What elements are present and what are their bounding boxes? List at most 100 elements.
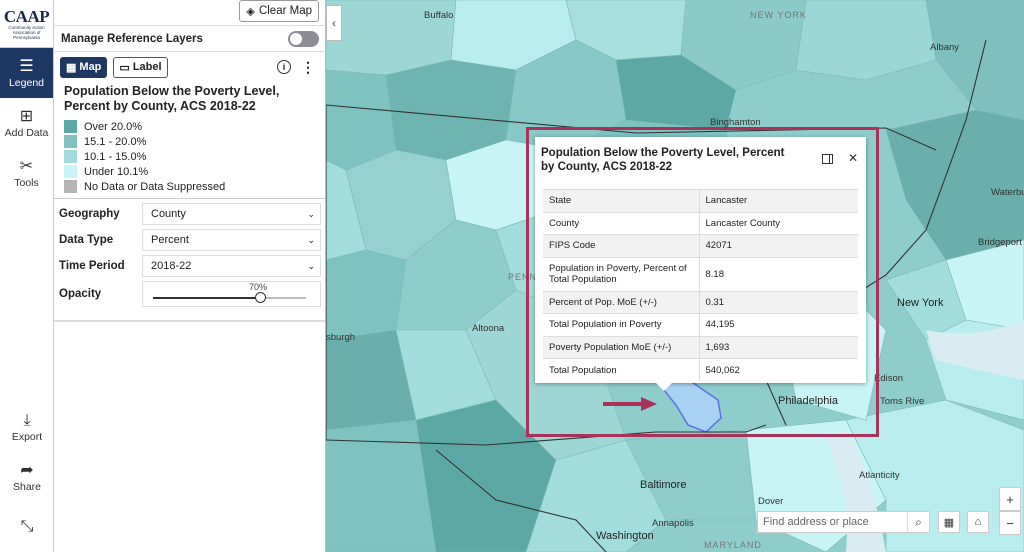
dock-icon[interactable] <box>822 154 833 164</box>
table-row: Total Population in Poverty 44,195 <box>543 313 858 336</box>
add-data-button[interactable]: ⊞ Add Data <box>0 98 53 148</box>
qr-code-icon[interactable]: ▦ <box>938 511 960 533</box>
legend-list: Over 20.0% 15.1 - 20.0% 10.1 - 15.0% Und… <box>54 114 325 198</box>
more-options-icon[interactable]: ⋮ <box>297 59 319 76</box>
logo-subtitle: Community Action Association of Pennsylv… <box>8 24 45 40</box>
geography-select[interactable]: County ⌄ <box>142 203 321 225</box>
clear-map-label: Clear Map <box>258 5 312 17</box>
zoom-out-button[interactable]: − <box>999 511 1021 535</box>
label-mode-button[interactable]: ▭ Label <box>113 56 168 78</box>
table-row: Percent of Pop. MoE (+/-) 0.31 <box>543 290 858 314</box>
add-data-icon: ⊞ <box>19 106 34 125</box>
opacity-fill <box>153 297 261 299</box>
zoom-in-button[interactable]: + <box>999 487 1021 511</box>
label-buffalo: Buffalo <box>424 10 454 21</box>
info-icon[interactable]: i <box>277 60 291 74</box>
field-value: 1,693 <box>699 335 858 359</box>
label-new-york-state: NEW YORK <box>750 10 807 20</box>
label-new-york: New York <box>897 297 944 309</box>
label-maryland: MARYLAND <box>704 540 762 550</box>
map-mode-label: Map <box>79 61 102 73</box>
label-atlantic-city: Atlanticity <box>859 470 900 481</box>
home-icon[interactable]: ⌂ <box>967 511 989 533</box>
table-row: County Lancaster County <box>543 211 858 235</box>
legend-item: Over 20.0% <box>64 119 315 134</box>
legend-panel: ◈ Clear Map Manage Reference Layers ▦ Ma… <box>54 0 326 552</box>
legend-button-label: Legend <box>8 77 45 89</box>
table-row: Population in Poverty, Percent of Total … <box>543 256 858 291</box>
caap-logo: CAAP Community Action Association of Pen… <box>0 0 53 48</box>
close-icon[interactable]: ✕ <box>848 151 858 165</box>
legend-button[interactable]: ☰ Legend <box>0 48 53 98</box>
clear-map-button[interactable]: ◈ Clear Map <box>239 0 319 22</box>
table-row: Total Population 540,062 <box>543 358 858 381</box>
legend-title: Population Below the Poverty Level, Perc… <box>64 84 280 113</box>
legend-swatch <box>64 135 77 148</box>
label-dover: Dover <box>758 496 784 507</box>
label-baltimore: Baltimore <box>640 479 687 491</box>
label-waterbury: Waterbu <box>991 187 1024 198</box>
label-washington: Washington <box>596 530 654 542</box>
legend-swatch <box>64 150 77 163</box>
field-name: FIPS Code <box>543 234 700 257</box>
map-mode-button[interactable]: ▦ Map <box>60 56 108 78</box>
table-row: FIPS Code 42071 <box>543 234 858 257</box>
export-button-label: Export <box>11 431 43 443</box>
field-value: Lancaster County <box>699 211 858 235</box>
search-input[interactable]: Find address or place ⌕ <box>757 511 930 533</box>
zoom-control: + − <box>999 487 1021 535</box>
share-icon: ➦ <box>20 460 34 479</box>
collapse-panel-button[interactable]: ‹ <box>326 5 342 41</box>
add-data-button-label: Add Data <box>4 127 49 139</box>
collapse-rail-button[interactable]: ⤡ <box>0 502 54 552</box>
legend-item: 15.1 - 20.0% <box>64 134 315 149</box>
table-row: Poverty Population MoE (+/-) 1,693 <box>543 335 858 359</box>
opacity-thumb[interactable] <box>255 292 267 303</box>
list-icon: ☰ <box>19 56 34 75</box>
popup-pointer <box>656 383 672 391</box>
field-value: 42071 <box>699 234 858 257</box>
share-button[interactable]: ➦ Share <box>0 452 54 502</box>
label-bridgeport: Bridgeport <box>978 237 1022 248</box>
map-icon: ▦ <box>66 61 77 74</box>
time-period-select[interactable]: 2018-22 ⌄ <box>142 255 321 277</box>
opacity-slider[interactable]: 70% <box>142 281 321 307</box>
tools-button-label: Tools <box>14 177 39 189</box>
geography-label: Geography <box>59 208 120 220</box>
export-button[interactable]: ⤓ Export <box>0 402 54 452</box>
datatype-select[interactable]: Percent ⌄ <box>142 229 321 251</box>
icon-rail: CAAP Community Action Association of Pen… <box>0 0 54 552</box>
legend-item-label: 10.1 - 15.0% <box>84 150 147 163</box>
field-value: 0.31 <box>699 290 858 314</box>
legend-item-label: Under 10.1% <box>84 165 149 178</box>
legend-item-label: Over 20.0% <box>84 120 143 133</box>
table-row: State Lancaster <box>543 189 858 212</box>
geography-value: County <box>151 208 186 220</box>
tools-icon: ✂ <box>19 156 34 175</box>
opacity-label: Opacity <box>59 288 102 300</box>
field-value: 44,195 <box>699 313 858 336</box>
popup-attribute-table: State Lancaster County Lancaster County FI… <box>543 189 858 381</box>
tools-button[interactable]: ✂ Tools <box>0 148 53 198</box>
search-placeholder: Find address or place <box>763 516 869 528</box>
field-name: Poverty Population MoE (+/-) <box>543 335 700 359</box>
legend-swatch <box>64 120 77 133</box>
datatype-label: Data Type <box>59 234 114 246</box>
label-albany: Albany <box>930 42 960 53</box>
field-value: Lancaster <box>699 189 858 212</box>
field-name: State <box>543 189 700 212</box>
search-icon[interactable]: ⌕ <box>907 512 929 532</box>
legend-item-label: No Data or Data Suppressed <box>84 180 226 193</box>
chevron-down-icon: ⌄ <box>307 260 315 271</box>
opacity-track <box>153 292 306 303</box>
time-period-value: 2018-22 <box>151 260 192 272</box>
datatype-value: Percent <box>151 234 189 246</box>
opacity-value: 70% <box>249 282 268 292</box>
legend-swatch <box>64 180 77 193</box>
label-altoona: Altoona <box>472 323 505 334</box>
field-name: Population in Poverty, Percent of Total … <box>543 256 700 291</box>
label-toms-river: Toms Rive <box>880 396 925 407</box>
chevron-left-icon: ‹ <box>332 16 336 30</box>
manage-layers-toggle[interactable] <box>288 30 319 47</box>
manage-layers-row: Manage Reference Layers <box>54 26 325 52</box>
